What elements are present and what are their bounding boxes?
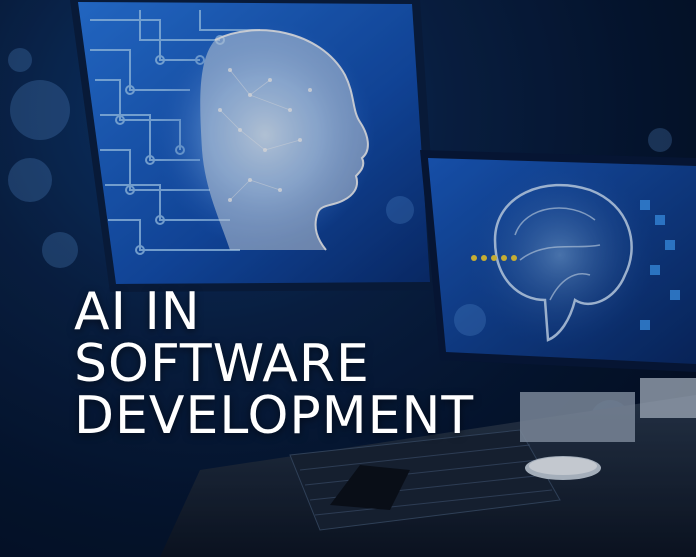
headline-line-3: DEVELOPMENT	[74, 386, 475, 446]
headline-line-1: AI IN	[74, 282, 201, 342]
headline: AI IN SOFTWARE DEVELOPMENT	[74, 286, 474, 442]
headline-line-2: SOFTWARE	[74, 334, 370, 394]
ai-scene-illustration	[0, 0, 696, 557]
hero-image: AI IN SOFTWARE DEVELOPMENT	[0, 0, 696, 557]
